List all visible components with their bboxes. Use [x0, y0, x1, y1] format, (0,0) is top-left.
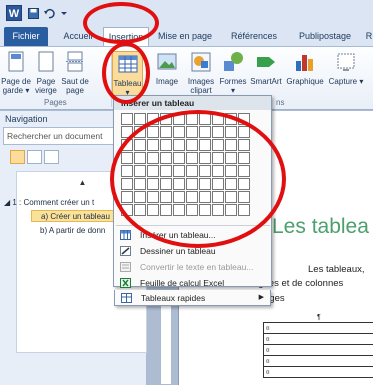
- chart-icon: [296, 55, 313, 71]
- annotation-ellipse-insertion: [83, 2, 159, 44]
- document-heading: Les tablea: [272, 215, 369, 238]
- document-text-line: Les tableaux,: [308, 264, 365, 275]
- submenu-arrow-icon: ▶: [258, 294, 264, 301]
- screenshot-icon: [337, 53, 355, 71]
- convert-text-label: Convertir le texte en tableau...: [140, 262, 254, 272]
- table-header-mark: ¶: [317, 314, 321, 321]
- document-table[interactable]: ¤ ¤ ¤ ¤ ¤: [263, 322, 373, 378]
- smartart-label: SmartArt: [250, 77, 282, 86]
- quick-tables-label: Tableaux rapides: [141, 293, 206, 303]
- picture-icon: [157, 53, 177, 70]
- tab-fichier[interactable]: Fichier: [4, 27, 48, 46]
- navigation-title: Navigation: [5, 114, 48, 124]
- table-cell[interactable]: ¤: [263, 366, 373, 378]
- results-view-button[interactable]: [44, 150, 59, 164]
- tab-publipostage[interactable]: Publipostage: [293, 27, 357, 46]
- undo-icon[interactable]: [44, 8, 55, 19]
- page-de-garde-label: Page de garde ▾: [1, 77, 31, 95]
- images-clipart-button[interactable]: Images clipart: [186, 51, 216, 95]
- table-icon: [120, 230, 131, 240]
- graphique-label: Graphique: [286, 77, 324, 86]
- blank-page-icon: [38, 51, 54, 72]
- cover-page-icon: [8, 51, 24, 72]
- convert-text-menu-item[interactable]: Convertir le texte en tableau...: [114, 259, 271, 275]
- page-vierge-button[interactable]: Page vierge: [33, 51, 59, 95]
- excel-sheet-label: Feuille de calcul Excel: [140, 278, 225, 288]
- word-logo-icon: W: [6, 5, 22, 21]
- group-illustrations-label: ns: [276, 98, 285, 107]
- tab-references[interactable]: Références: [228, 27, 280, 46]
- table-cell[interactable]: ¤: [263, 344, 373, 356]
- images-clipart-label: Images clipart: [187, 77, 215, 95]
- shapes-icon: [224, 52, 243, 71]
- group-pages-label: Pages: [44, 98, 67, 107]
- page-de-garde-button[interactable]: Page de garde ▾: [0, 51, 32, 95]
- saut-de-page-button[interactable]: Saut de page: [60, 51, 90, 95]
- tab-revision[interactable]: R: [363, 27, 373, 46]
- table-cell[interactable]: ¤: [263, 355, 373, 367]
- convert-text-icon: [120, 262, 131, 272]
- headings-view-button[interactable]: [10, 150, 25, 164]
- excel-icon: [120, 278, 131, 288]
- image-button[interactable]: Image: [150, 51, 184, 86]
- pages-view-button[interactable]: [27, 150, 42, 164]
- quick-access-toolbar: W: [0, 0, 373, 27]
- ribbon-tabs: Fichier Accueil Insertion Mise en page R…: [0, 27, 373, 46]
- table-cell[interactable]: ¤: [263, 322, 373, 334]
- capture-label: Capture ▾: [328, 77, 364, 86]
- formes-button[interactable]: Formes ▾: [219, 51, 247, 95]
- quick-tables-menu-item[interactable]: Tableaux rapides ▶: [114, 290, 271, 306]
- nav-heading-1b[interactable]: b) A partir de donn: [40, 225, 105, 237]
- nav-heading-1[interactable]: ◢ 1 : Comment créer un t: [4, 197, 94, 209]
- chevron-down-icon[interactable]: [60, 8, 68, 19]
- clipart-icon: [191, 52, 211, 72]
- graphique-button[interactable]: Graphique: [285, 51, 325, 86]
- grid-cell[interactable]: [121, 113, 133, 125]
- vertical-ruler: [160, 300, 172, 385]
- navigation-view-buttons: [10, 150, 61, 166]
- image-label: Image: [155, 77, 179, 86]
- table-cell[interactable]: ¤: [263, 333, 373, 345]
- tab-mise-en-page[interactable]: Mise en page: [152, 27, 218, 46]
- annotation-ellipse-tableau: [102, 42, 150, 104]
- capture-button[interactable]: Capture ▾: [327, 51, 365, 86]
- annotation-ellipse-grid: [110, 110, 286, 248]
- smartart-button[interactable]: SmartArt: [249, 51, 283, 86]
- page-break-icon: [66, 51, 84, 72]
- quick-tables-icon: [121, 293, 132, 303]
- pencil-icon: [120, 246, 131, 256]
- excel-sheet-menu-item[interactable]: Feuille de calcul Excel: [114, 275, 271, 291]
- page-vierge-label: Page vierge: [35, 77, 57, 95]
- save-icon[interactable]: [28, 8, 39, 19]
- saut-de-page-label: Saut de page: [61, 77, 89, 95]
- formes-label: Formes ▾: [219, 77, 247, 95]
- smartart-icon: [257, 57, 275, 67]
